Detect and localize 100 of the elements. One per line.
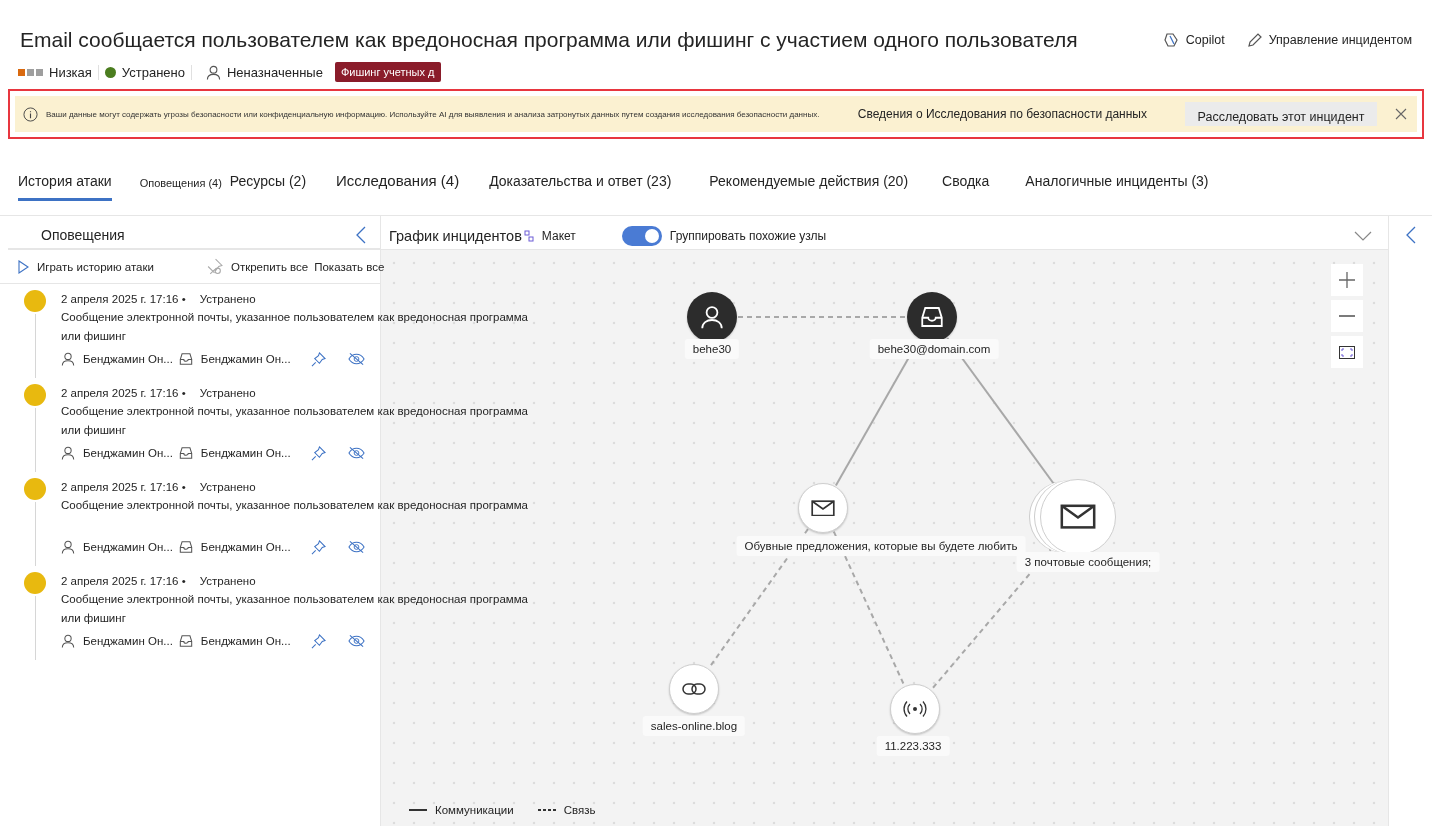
hide-icon[interactable] (347, 634, 365, 648)
incident-title: Email сообщается пользователем как вредоносная программа или фишинг с участием одного пользователя (20, 28, 1079, 52)
group-toggle[interactable] (621, 225, 662, 246)
inbox-icon (178, 446, 193, 460)
zoom-out-button[interactable] (1331, 300, 1363, 332)
alert-status: Устранено (199, 481, 256, 493)
unpin-all-button[interactable]: Открепить все (205, 258, 309, 275)
solid-line-icon (409, 809, 427, 811)
legend-item: Коммуникации (409, 804, 514, 816)
node-label: behe30@domain.com (869, 339, 999, 359)
inbox-icon (178, 540, 193, 554)
play-icon (18, 259, 29, 274)
layout-icon (523, 229, 534, 242)
alert-status: Устранено (199, 293, 256, 305)
fit-screen-icon (1339, 345, 1355, 359)
alert-user: Бенджамин Он... (83, 447, 173, 459)
node-label: Обувные предложения, которые вы будете любить (736, 536, 1026, 556)
node-label: 11.223.333 (876, 736, 950, 756)
person-icon (206, 64, 221, 80)
alert-mailbox: Бенджамин Он... (200, 635, 291, 647)
alert-user: Бенджамин Он... (83, 635, 173, 647)
tab[interactable]: Исследования (4) (336, 172, 460, 201)
pencil-icon (1246, 32, 1263, 48)
banner-link[interactable]: Сведения о Исследования по безопасности данных (857, 107, 1147, 121)
banner-message: Ваши данные могут содержать угрозы безопасности или конфиденциальную информацию. Используйте AI для выявления и анализа затронутых данных путем создания исследования безопасности данных. (46, 109, 821, 119)
tag: Фишинг учетных д (334, 62, 441, 82)
envelope-icon (811, 499, 835, 517)
legend-item: Связь (537, 804, 596, 816)
alert-title[interactable]: Сообщение электронной почты, указанное пользователем как вредоносная программа или фишинг (61, 308, 549, 346)
graph-node[interactable] (687, 292, 737, 342)
severity-label: Низкая (18, 64, 99, 80)
alert-title[interactable]: Сообщение электронной почты, указанное пользователем как вредоносная программа (61, 496, 549, 534)
unpin-icon (205, 258, 223, 275)
tab[interactable]: История атаки (18, 173, 112, 201)
toggle-label: Группировать похожие узлы (669, 228, 827, 243)
layout-button[interactable]: Макет (523, 228, 576, 243)
person-icon (61, 446, 75, 460)
severity-icon (18, 68, 43, 76)
expand-button[interactable] (1405, 226, 1416, 244)
hide-icon[interactable] (347, 352, 365, 366)
alert-time: 2 апреля 2025 г. 17:16 • (61, 481, 186, 493)
alert-mailbox: Бенджамин Он... (200, 541, 291, 553)
person-icon (61, 634, 75, 648)
pin-icon[interactable] (310, 445, 326, 461)
node-label: sales-online.blog (642, 716, 746, 736)
alert-mailbox: Бенджамин Он... (200, 447, 291, 459)
zoom-in-button[interactable] (1331, 264, 1363, 296)
tab[interactable]: Ресурсы (2) (229, 173, 307, 201)
alert-status: Устранено (199, 575, 256, 587)
graph-node[interactable] (669, 664, 719, 714)
chevron-down-icon[interactable] (1354, 230, 1372, 241)
graph-node[interactable] (798, 483, 848, 533)
link-icon (682, 682, 706, 696)
assignee-label: Неназначенные (206, 64, 329, 80)
fit-button[interactable] (1331, 336, 1363, 368)
tab[interactable]: Доказательства и ответ (23) (489, 173, 672, 201)
minus-icon (1339, 315, 1355, 317)
node-label: 3 почтовые сообщения; (1016, 552, 1160, 572)
play-button[interactable]: Играть историю атаки (18, 259, 154, 274)
inbox-icon (920, 305, 944, 329)
investigate-button[interactable]: Расследовать этот инцидент (1185, 102, 1377, 126)
status-label: Устранено (104, 64, 192, 80)
hide-icon[interactable] (347, 540, 365, 554)
copilot-icon (1163, 32, 1180, 48)
graph-node[interactable] (890, 684, 940, 734)
alert-time: 2 апреля 2025 г. 17:16 • (61, 387, 186, 399)
tab[interactable]: Рекомендуемые действия (20) (709, 173, 909, 201)
alert-user: Бенджамин Он... (83, 353, 173, 365)
tab[interactable]: Сводка (942, 173, 990, 201)
inbox-icon (178, 352, 193, 366)
copilot-button[interactable]: Copilot (1163, 32, 1225, 48)
envelope-icon (1060, 504, 1096, 530)
alert-time: 2 апреля 2025 г. 17:16 • (61, 575, 186, 587)
dashed-line-icon (537, 809, 556, 811)
panel-title: Оповещения (41, 227, 125, 243)
graph-node[interactable] (907, 292, 957, 342)
inbox-icon (178, 634, 193, 648)
hide-icon[interactable] (347, 446, 365, 460)
tab[interactable]: Аналогичные инциденты (3) (1025, 173, 1209, 201)
person-icon (700, 305, 724, 329)
alert-status: Устранено (199, 387, 256, 399)
info-icon (23, 106, 38, 122)
tab[interactable]: Оповещения (4) (139, 177, 222, 201)
manage-incident-button[interactable]: Управление инцидентом (1246, 32, 1412, 48)
show-all-button[interactable]: Показать все (314, 260, 385, 273)
pin-icon[interactable] (310, 539, 326, 555)
broadcast-icon (903, 700, 927, 718)
alert-title[interactable]: Сообщение электронной почты, указанное пользователем как вредоносная программа или фишинг (61, 402, 549, 440)
pin-icon[interactable] (310, 633, 326, 649)
graph-title: График инцидентов (389, 227, 522, 244)
plus-icon (1339, 272, 1355, 288)
pin-icon[interactable] (310, 351, 326, 367)
alert-user: Бенджамин Он... (83, 541, 173, 553)
alert-mailbox: Бенджамин Он... (200, 353, 291, 365)
alert-time: 2 апреля 2025 г. 17:16 • (61, 293, 186, 305)
person-icon (61, 352, 75, 366)
collapse-button[interactable] (356, 226, 366, 244)
node-label: behe30 (684, 339, 740, 359)
close-icon[interactable] (1395, 108, 1407, 120)
alert-title[interactable]: Сообщение электронной почты, указанное пользователем как вредоносная программа или фишинг (61, 590, 549, 628)
